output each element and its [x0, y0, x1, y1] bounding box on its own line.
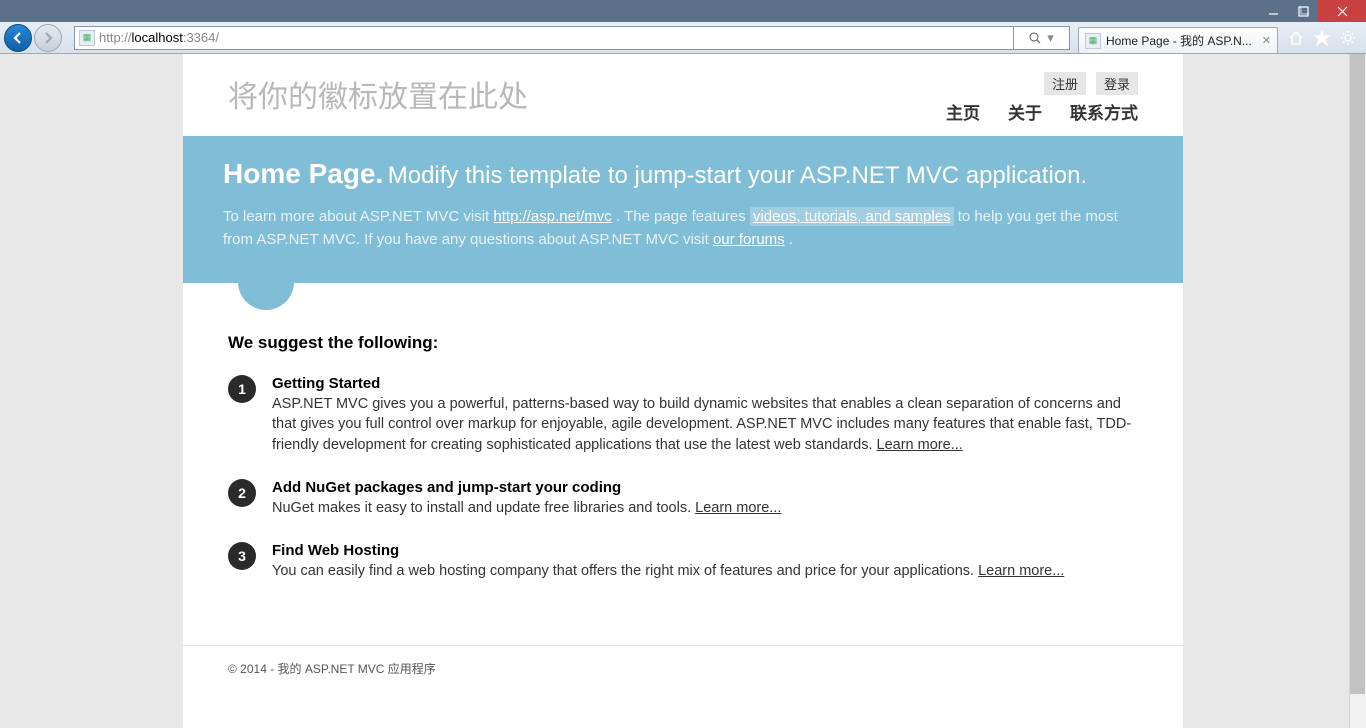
- tab-title: Home Page - 我的 ASP.N...: [1106, 32, 1257, 49]
- browser-toolbar: ▦ http://localhost:3364/ ▾ ▦ Home Page -…: [0, 22, 1366, 54]
- favicon-icon: ▦: [79, 30, 95, 46]
- gear-icon[interactable]: [1340, 30, 1356, 46]
- logo-placeholder: 将你的徽标放置在此处: [228, 72, 528, 116]
- address-actions[interactable]: ▾: [1014, 26, 1070, 50]
- step-3: 3 Find Web Hosting You can easily find a…: [228, 542, 1138, 581]
- scrollbar[interactable]: [1349, 54, 1366, 728]
- hero-link-forums[interactable]: our forums: [713, 231, 785, 248]
- forward-button[interactable]: [34, 24, 62, 52]
- nav-home[interactable]: 主页: [946, 99, 980, 124]
- tab-close-icon[interactable]: ✕: [1262, 34, 1271, 47]
- step-title: Getting Started: [272, 375, 1138, 392]
- step-1: 1 Getting Started ASP.NET MVC gives you …: [228, 375, 1138, 455]
- learn-more-link[interactable]: Learn more...: [978, 563, 1064, 579]
- address-bar[interactable]: ▦ http://localhost:3364/: [74, 26, 1014, 50]
- register-link[interactable]: 注册: [1044, 72, 1086, 95]
- close-button[interactable]: [1318, 0, 1366, 22]
- learn-more-link[interactable]: Learn more...: [695, 500, 781, 516]
- main-content: We suggest the following: 1 Getting Star…: [183, 323, 1183, 645]
- browser-tab[interactable]: ▦ Home Page - 我的 ASP.N... ✕: [1078, 27, 1278, 53]
- nav-about[interactable]: 关于: [1008, 99, 1042, 124]
- step-title: Find Web Hosting: [272, 542, 1064, 559]
- step-body: You can easily find a web hosting compan…: [272, 561, 1064, 581]
- url-text: http://localhost:3364/: [99, 30, 219, 45]
- hero-bump-row: [183, 283, 1183, 323]
- step-number: 3: [228, 542, 256, 570]
- hero-link-samples[interactable]: videos, tutorials, and samples: [750, 207, 954, 226]
- step-number: 2: [228, 479, 256, 507]
- hero-link-aspnet[interactable]: http://asp.net/mvc: [493, 208, 611, 225]
- step-number: 1: [228, 375, 256, 403]
- step-body: NuGet makes it easy to install and updat…: [272, 498, 781, 518]
- hero-bump: [238, 282, 294, 310]
- window-titlebar: [0, 0, 1366, 22]
- step-title: Add NuGet packages and jump-start your c…: [272, 479, 781, 496]
- footer: © 2014 - 我的 ASP.NET MVC 应用程序: [183, 645, 1183, 691]
- tab-favicon-icon: ▦: [1085, 33, 1101, 49]
- hero-title: Home Page.: [223, 158, 383, 189]
- hero-subtitle: Modify this template to jump-start your …: [388, 162, 1087, 189]
- nav-contact[interactable]: 联系方式: [1070, 99, 1138, 124]
- home-icon[interactable]: [1288, 30, 1304, 46]
- scrollbar-thumb[interactable]: [1350, 54, 1365, 694]
- hero-paragraph: To learn more about ASP.NET MVC visit ht…: [223, 206, 1143, 251]
- hero-banner: Home Page. Modify this template to jump-…: [183, 136, 1183, 283]
- viewport: 将你的徽标放置在此处 注册 登录 主页 关于 联系方式 Home Page. M…: [0, 54, 1366, 728]
- login-link[interactable]: 登录: [1096, 72, 1138, 95]
- step-body: ASP.NET MVC gives you a powerful, patter…: [272, 394, 1138, 455]
- search-icon: [1029, 32, 1041, 44]
- site-header: 将你的徽标放置在此处 注册 登录 主页 关于 联系方式: [183, 54, 1183, 136]
- favorites-icon[interactable]: [1314, 30, 1330, 46]
- suggestions-heading: We suggest the following:: [228, 333, 1138, 353]
- page: 将你的徽标放置在此处 注册 登录 主页 关于 联系方式 Home Page. M…: [183, 54, 1183, 728]
- maximize-button[interactable]: [1288, 0, 1318, 22]
- step-2: 2 Add NuGet packages and jump-start your…: [228, 479, 1138, 518]
- minimize-button[interactable]: [1258, 0, 1288, 22]
- back-button[interactable]: [4, 24, 32, 52]
- learn-more-link[interactable]: Learn more...: [877, 437, 963, 453]
